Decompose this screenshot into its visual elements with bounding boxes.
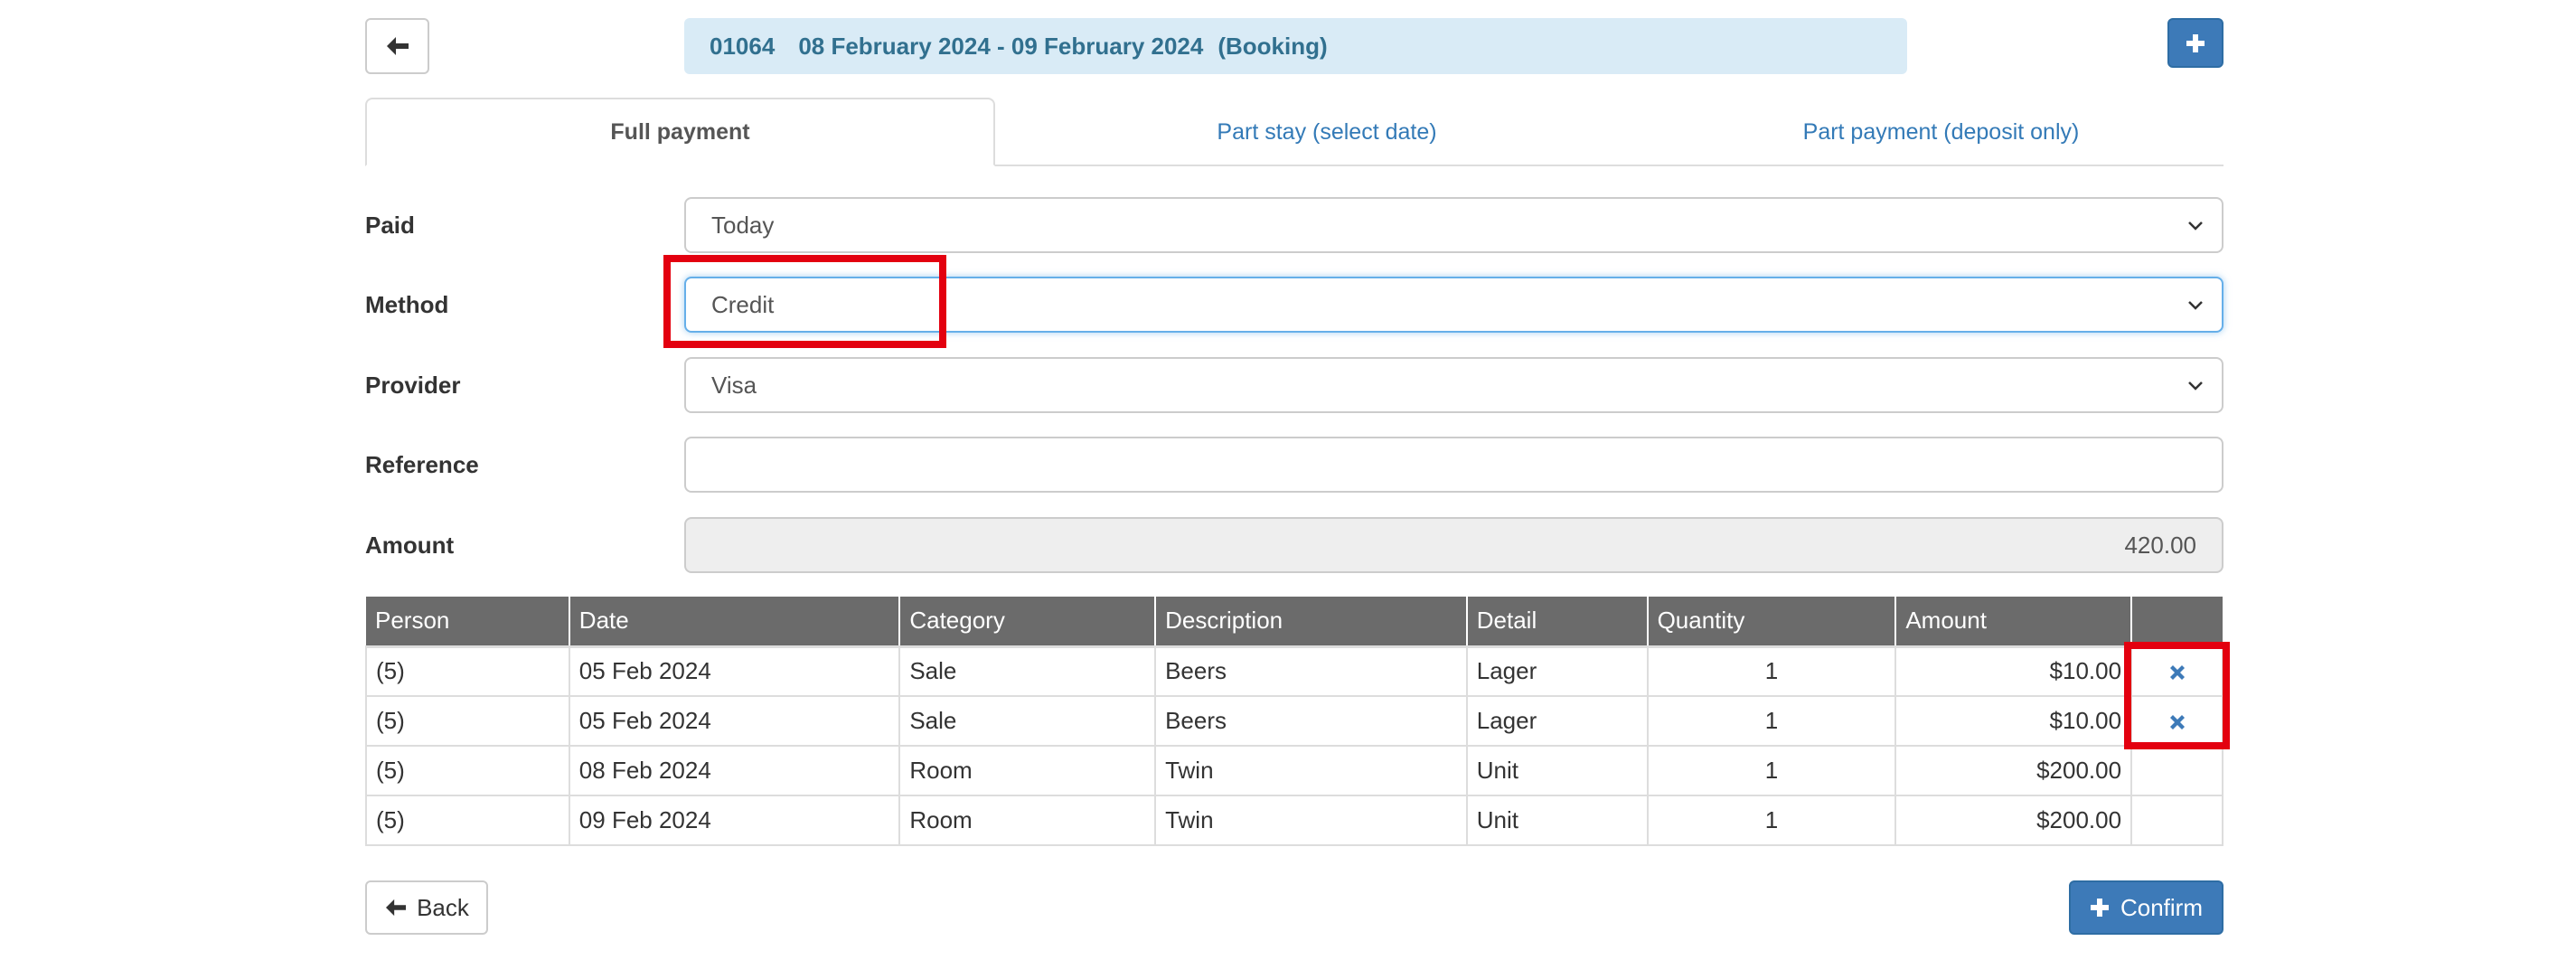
cell-person: (5): [365, 695, 570, 747]
plus-icon: [2186, 33, 2205, 52]
cell-amount: $10.00: [1894, 695, 2133, 747]
provider-select-value: Visa: [711, 371, 757, 399]
cell-quantity: 1: [1646, 795, 1897, 846]
column-header-actions: [2131, 597, 2223, 648]
cell-description: Twin: [1154, 745, 1468, 796]
booking-banner: 01064 08 February 2024 - 09 February 202…: [684, 18, 1907, 74]
chevron-down-icon: [2188, 221, 2203, 231]
cell-description: Beers: [1154, 645, 1468, 697]
tab-part-payment[interactable]: Part payment (deposit only): [1659, 98, 2223, 166]
reference-label: Reference: [365, 450, 479, 478]
column-header-amount: Amount: [1895, 597, 2133, 648]
amount-label: Amount: [365, 531, 455, 559]
arrow-left-icon: [386, 37, 409, 55]
cell-person: (5): [365, 645, 570, 697]
arrow-left-icon: [386, 899, 407, 917]
cell-date: 09 Feb 2024: [568, 795, 901, 846]
table-row: (5) 05 Feb 2024 Sale Beers Lager 1 $10.0…: [365, 695, 2223, 747]
chevron-down-icon: [2188, 301, 2203, 310]
table-row: (5) 09 Feb 2024 Room Twin Unit 1 $200.00: [365, 795, 2223, 846]
cell-quantity: 1: [1646, 645, 1897, 697]
cell-amount: $200.00: [1894, 745, 2133, 796]
cell-category: Sale: [898, 695, 1157, 747]
cell-description: Twin: [1154, 795, 1468, 846]
cell-quantity: 1: [1646, 695, 1897, 747]
cell-detail: Lager: [1465, 695, 1649, 747]
cell-actions: [2130, 645, 2223, 697]
cell-quantity: 1: [1646, 745, 1897, 796]
method-select-value: Credit: [711, 290, 775, 318]
booking-date-range: 08 February 2024 - 09 February 2024: [798, 32, 1204, 60]
cell-detail: Lager: [1465, 645, 1649, 697]
cell-detail: Unit: [1465, 795, 1649, 846]
cell-date: 05 Feb 2024: [568, 645, 901, 697]
payment-tabs: Full payment Part stay (select date) Par…: [365, 98, 2223, 166]
charges-table: Person Date Category Description Detail …: [365, 597, 2223, 846]
confirm-button[interactable]: Confirm: [2069, 880, 2223, 935]
paid-select[interactable]: Today: [684, 197, 2223, 253]
cell-amount: $200.00: [1894, 795, 2133, 846]
cell-detail: Unit: [1465, 745, 1649, 796]
booking-id: 01064: [710, 32, 776, 60]
method-select[interactable]: Credit: [684, 277, 2223, 333]
cell-actions: [2130, 695, 2223, 747]
back-button-label: Back: [417, 893, 469, 921]
reference-input[interactable]: [684, 437, 2223, 493]
amount-field: 420.00: [684, 517, 2223, 573]
paid-label: Paid: [365, 211, 415, 239]
provider-select[interactable]: Visa: [684, 357, 2223, 413]
cell-amount: $10.00: [1894, 645, 2133, 697]
chevron-down-icon: [2188, 381, 2203, 391]
top-back-button[interactable]: [365, 18, 429, 74]
amount-value: 420.00: [2124, 531, 2196, 559]
paid-select-value: Today: [711, 211, 775, 239]
provider-label: Provider: [365, 371, 461, 399]
cell-actions: [2130, 745, 2223, 796]
column-header-quantity: Quantity: [1647, 597, 1897, 648]
column-header-person: Person: [366, 597, 570, 648]
tab-part-stay[interactable]: Part stay (select date): [995, 98, 1659, 166]
column-header-category: Category: [899, 597, 1157, 648]
confirm-button-label: Confirm: [2120, 893, 2203, 921]
column-header-date: Date: [569, 597, 901, 648]
cell-category: Room: [898, 795, 1157, 846]
table-header-row: Person Date Category Description Detail …: [366, 597, 2223, 648]
add-button[interactable]: [2167, 18, 2223, 68]
table-row: (5) 08 Feb 2024 Room Twin Unit 1 $200.00: [365, 745, 2223, 796]
column-header-description: Description: [1155, 597, 1468, 648]
method-label: Method: [365, 290, 449, 318]
cell-date: 08 Feb 2024: [568, 745, 901, 796]
cell-description: Beers: [1154, 695, 1468, 747]
delete-x-icon[interactable]: [2167, 663, 2187, 682]
back-button[interactable]: Back: [365, 880, 488, 935]
cell-category: Sale: [898, 645, 1157, 697]
column-header-detail: Detail: [1466, 597, 1649, 648]
plus-icon: [2090, 899, 2109, 917]
delete-x-icon[interactable]: [2167, 712, 2187, 732]
cell-person: (5): [365, 795, 570, 846]
cell-date: 05 Feb 2024: [568, 695, 901, 747]
cell-actions: [2130, 795, 2223, 846]
cell-category: Room: [898, 745, 1157, 796]
booking-type-label: (Booking): [1217, 32, 1328, 60]
table-row: (5) 05 Feb 2024 Sale Beers Lager 1 $10.0…: [365, 645, 2223, 697]
cell-person: (5): [365, 745, 570, 796]
tab-full-payment[interactable]: Full payment: [365, 98, 995, 166]
